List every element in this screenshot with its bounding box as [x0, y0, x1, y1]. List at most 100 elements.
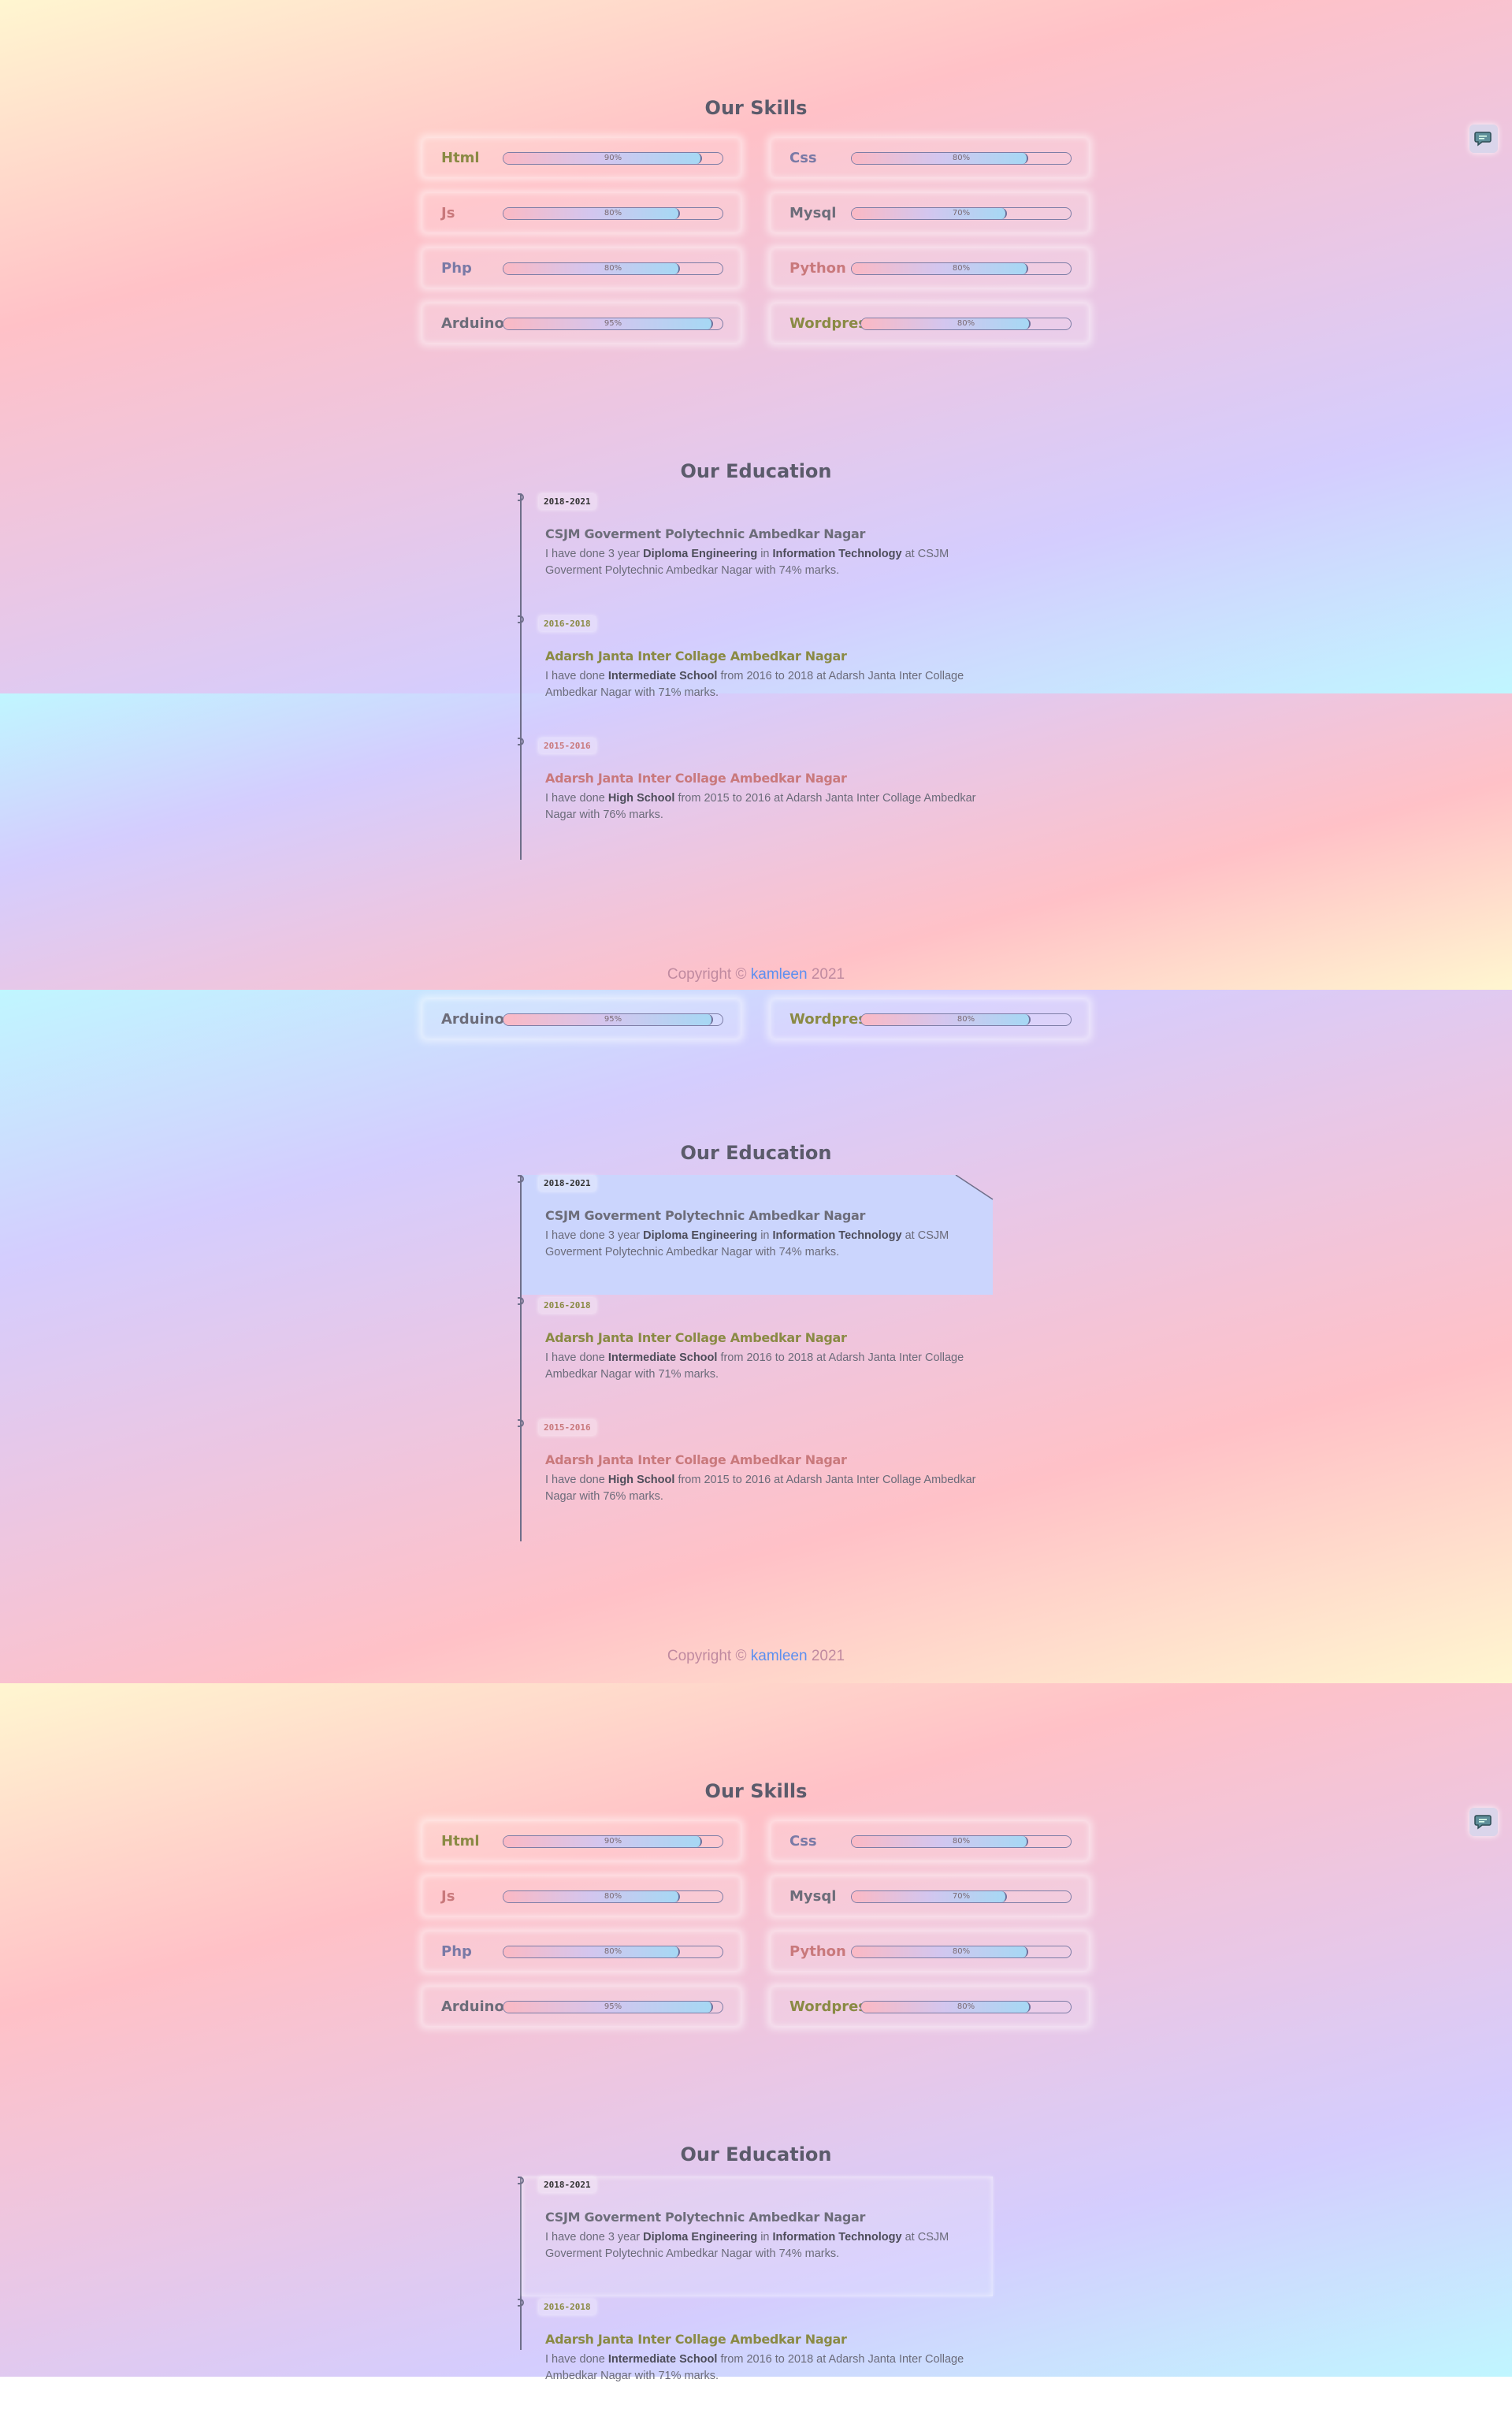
- skill-card: Php 80%: [422, 1931, 741, 1971]
- timeline-title: Adarsh Janta Inter Collage Ambedkar Naga…: [545, 1330, 847, 1345]
- timeline-item: 2018-2021 CSJM Goverment Polytechnic Ambe…: [518, 1175, 994, 1295]
- skill-progress-bar: 80%: [860, 318, 1072, 330]
- skill-card: Arduino 95%: [422, 999, 741, 1039]
- skill-card: Mysql 70%: [771, 1876, 1089, 1916]
- skill-name: Mysql: [789, 1888, 837, 1905]
- timeline-description: I have done Intermediate School from 201…: [545, 670, 964, 699]
- timeline-item: 2016-2018 Adarsh Janta Inter Collage Ambe…: [518, 1297, 993, 1407]
- skill-percent-label: 80%: [957, 2002, 975, 2011]
- skill-percent-label: 90%: [604, 1837, 622, 1846]
- timeline-desc-bold: Diploma Engineering: [643, 1229, 758, 1242]
- timeline-description: I have done High School from 2015 to 201…: [545, 792, 976, 821]
- skill-progress-bar: 80%: [503, 1946, 723, 1958]
- skill-percent-label: 80%: [604, 209, 622, 217]
- timeline-description: I have done High School from 2015 to 201…: [545, 1474, 976, 1503]
- copyright-year: 2021: [807, 966, 845, 983]
- skill-progress-bar: 70%: [851, 1890, 1072, 1903]
- skill-name: Arduino: [441, 1998, 504, 2015]
- skills-grid: Html 90% Css 80% Js 80% Mysql 70% Php 80% Python 80…: [422, 1821, 1089, 2026]
- skill-name: Python: [789, 1943, 846, 1960]
- skill-name: Mysql: [789, 205, 837, 221]
- skill-name: Js: [441, 205, 455, 221]
- skill-name: Php: [441, 260, 472, 277]
- skill-card: Python 80%: [771, 248, 1089, 288]
- timeline-desc-bold: High School: [607, 792, 675, 805]
- skill-name: Js: [441, 1888, 455, 1905]
- timeline-desc-bold: Diploma Engineering: [643, 2231, 758, 2244]
- author-link[interactable]: kamleen: [751, 966, 808, 983]
- timeline-date: 2015-2016: [539, 738, 596, 753]
- timeline-desc-bold: Intermediate School: [607, 2353, 718, 2366]
- skill-percent-label: 70%: [952, 209, 971, 217]
- skill-percent-label: 80%: [952, 1947, 971, 1956]
- timeline-date: 2016-2018: [539, 2299, 596, 2314]
- skill-card: Css 80%: [771, 1821, 1089, 1861]
- timeline-item: 2015-2016 Adarsh Janta Inter Collage Ambe…: [518, 1419, 993, 1530]
- skill-name: Arduino: [441, 315, 504, 332]
- timeline-date: 2016-2018: [539, 1298, 596, 1313]
- chat-icon: [1474, 1815, 1492, 1830]
- copyright-footer: Copyright © kamleen 2021: [0, 1648, 1512, 1665]
- skill-progress-bar: 90%: [503, 152, 723, 165]
- skill-progress-bar: 90%: [503, 1835, 723, 1848]
- skill-card: Mysql 70%: [771, 193, 1089, 232]
- skill-progress-bar: 70%: [851, 207, 1072, 220]
- timeline-desc-bold: Information Technology: [772, 548, 902, 560]
- skill-percent-label: 80%: [604, 264, 622, 273]
- timeline-desc-bold: Intermediate School: [607, 670, 718, 682]
- skill-percent-label: 95%: [604, 2002, 622, 2011]
- chat-button[interactable]: [1469, 1808, 1498, 1836]
- skill-card: Css 80%: [771, 138, 1089, 177]
- skill-percent-label: 80%: [952, 1837, 971, 1846]
- skill-progress-bar: 95%: [503, 318, 723, 330]
- skill-name: Arduino: [441, 1011, 504, 1028]
- skill-percent-label: 90%: [604, 154, 622, 162]
- skills-grid: Arduino 95% Wordpress 80%: [422, 999, 1089, 1039]
- timeline-date: 2015-2016: [539, 1420, 596, 1435]
- timeline-title: CSJM Goverment Polytechnic Ambedkar Naga…: [545, 526, 866, 541]
- timeline-item: 2015-2016 Adarsh Janta Inter Collage Ambe…: [518, 738, 993, 848]
- chat-icon: [1474, 132, 1492, 147]
- timeline-description: I have done Intermediate School from 201…: [545, 1351, 964, 1381]
- copyright-prefix: Copyright ©: [667, 966, 751, 983]
- chat-button[interactable]: [1469, 125, 1498, 153]
- copyright-prefix: Copyright ©: [667, 1648, 751, 1664]
- skill-card: Python 80%: [771, 1931, 1089, 1971]
- skill-progress-bar: 80%: [503, 1890, 723, 1903]
- timeline-title: CSJM Goverment Polytechnic Ambedkar Naga…: [545, 1208, 866, 1223]
- timeline-item: 2018-2021 CSJM Goverment Polytechnic Ambe…: [518, 2177, 993, 2296]
- timeline-desc-bold: Intermediate School: [607, 1351, 718, 1364]
- timeline-dot: [518, 738, 524, 745]
- author-link[interactable]: kamleen: [751, 1648, 808, 1664]
- timeline-item: 2016-2018 Adarsh Janta Inter Collage Ambe…: [518, 2299, 993, 2409]
- skill-name: Php: [441, 1943, 472, 1960]
- skill-card: Js 80%: [422, 193, 741, 232]
- timeline-description: I have done 3 year Diploma Engineering i…: [545, 548, 949, 577]
- timeline-desc-bold: Information Technology: [772, 1229, 902, 1242]
- timeline-date: 2018-2021: [539, 1176, 596, 1191]
- education-title: Our Education: [680, 460, 832, 482]
- skill-percent-label: 80%: [952, 264, 971, 273]
- skill-progress-bar: 95%: [503, 1013, 723, 1026]
- skill-name: Html: [441, 1833, 480, 1850]
- timeline-item: 2018-2021 CSJM Goverment Polytechnic Ambe…: [518, 493, 993, 604]
- timeline-title: CSJM Goverment Polytechnic Ambedkar Naga…: [545, 2210, 866, 2225]
- skill-card: Wordpress 80%: [771, 999, 1089, 1039]
- skill-name: Css: [789, 150, 817, 166]
- timeline-date: 2016-2018: [539, 616, 596, 631]
- skill-progress-bar: 80%: [851, 1835, 1072, 1848]
- skills-title: Our Skills: [704, 97, 808, 119]
- timeline-description: I have done 3 year Diploma Engineering i…: [545, 2231, 949, 2260]
- skill-card: Wordpress 80%: [771, 1987, 1089, 2026]
- highlight-corner-line: [955, 1175, 994, 1200]
- skill-card: Php 80%: [422, 248, 741, 288]
- timeline-desc-bold: Diploma Engineering: [643, 548, 758, 560]
- timeline-title: Adarsh Janta Inter Collage Ambedkar Naga…: [545, 771, 847, 786]
- copyright-year: 2021: [807, 1648, 845, 1664]
- skill-progress-bar: 80%: [851, 262, 1072, 275]
- education-title: Our Education: [680, 1142, 832, 1164]
- skill-progress-bar: 80%: [860, 1013, 1072, 1026]
- skill-percent-label: 95%: [604, 319, 622, 328]
- skill-progress-bar: 80%: [851, 1946, 1072, 1958]
- skill-progress-bar: 80%: [503, 207, 723, 220]
